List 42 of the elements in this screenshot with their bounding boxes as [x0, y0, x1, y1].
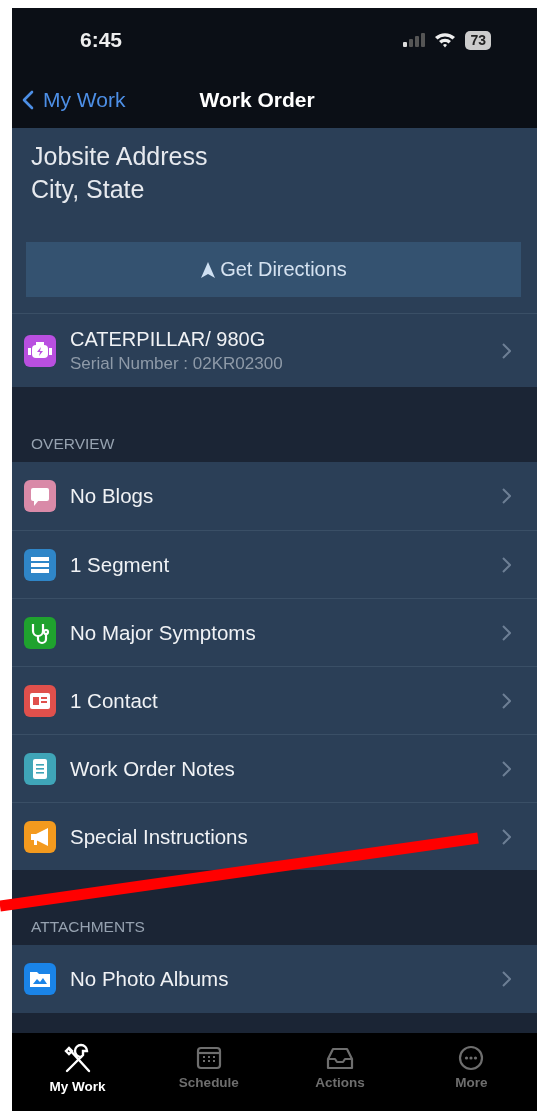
chevron-icon: [502, 556, 511, 573]
chevron-icon: [502, 828, 511, 845]
chevron-icon: [502, 488, 511, 504]
equipment-title: CATERPILLAR/ 980G: [70, 327, 267, 351]
tab-bar-item[interactable]: More: [405, 1043, 537, 1111]
list-item[interactable]: Work Order Notes: [12, 734, 537, 802]
tab-bar-item[interactable]: Actions: [274, 1043, 406, 1111]
item-label: Special Instructions: [70, 824, 249, 849]
wifi-icon: [434, 32, 457, 48]
list-item[interactable]: No Major Symptoms: [12, 598, 537, 666]
list-item[interactable]: No Photo Albums: [12, 945, 537, 1013]
back-button[interactable]: My Work: [12, 88, 126, 112]
navigation-arrow-icon: [200, 260, 217, 279]
tab-bar-item[interactable]: Schedule: [143, 1043, 275, 1111]
chevron-icon: [502, 692, 511, 709]
list-item[interactable]: Special Instructions: [12, 802, 537, 870]
item-label: Work Order Notes: [70, 756, 236, 781]
serial-number: Serial Number : 02KR02300: [70, 353, 284, 374]
list-item[interactable]: No Blogs: [12, 462, 537, 530]
battery-icon: 73: [465, 30, 491, 50]
get-directions-button[interactable]: Get Directions: [26, 242, 521, 297]
item-label: No Major Symptoms: [70, 620, 257, 645]
item-label: 1 Segment: [70, 552, 171, 577]
address-line: City, State: [30, 174, 146, 205]
chevron-icon: [502, 971, 511, 987]
chevron-icon: [502, 760, 511, 777]
item-label: 1 Contact: [70, 688, 159, 713]
screen-title: Work Order: [199, 88, 315, 112]
list-item[interactable]: 1 Segment: [12, 530, 537, 598]
item-label: No Blogs: [70, 484, 155, 508]
section-header: ATTACHMENTS: [31, 918, 145, 936]
equipment-row[interactable]: CATERPILLAR/ 980G Serial Number : 02KR02300: [12, 314, 537, 387]
back-chevron-icon: [22, 90, 34, 110]
section-header: OVERVIEW: [31, 435, 115, 453]
tab-bar-item[interactable]: My Work: [12, 1043, 144, 1111]
chevron-icon: [502, 342, 511, 359]
status-time: 6:45: [80, 28, 123, 52]
chevron-icon: [502, 624, 511, 641]
signal-icon: [403, 33, 426, 47]
address-line: Jobsite Address: [30, 141, 209, 172]
list-item[interactable]: 1 Contact: [12, 666, 537, 734]
item-label: No Photo Albums: [70, 967, 230, 991]
